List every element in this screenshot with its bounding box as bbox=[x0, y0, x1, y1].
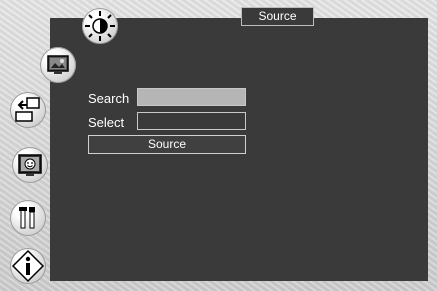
select-field[interactable] bbox=[137, 112, 246, 130]
source-button[interactable]: Source bbox=[88, 135, 246, 154]
search-label: Search bbox=[88, 91, 130, 106]
tools-icon[interactable] bbox=[10, 200, 46, 236]
search-field[interactable] bbox=[137, 88, 246, 106]
select-label: Select bbox=[88, 115, 125, 130]
picture-settings-icon[interactable] bbox=[40, 47, 76, 83]
window-title: Source bbox=[241, 7, 314, 26]
brightness-icon[interactable] bbox=[82, 8, 118, 44]
info-icon[interactable] bbox=[10, 248, 46, 284]
display-face-icon[interactable] bbox=[12, 147, 48, 183]
input-source-icon[interactable] bbox=[10, 92, 46, 128]
osd-frame: Source Search Select Source bbox=[0, 0, 437, 291]
